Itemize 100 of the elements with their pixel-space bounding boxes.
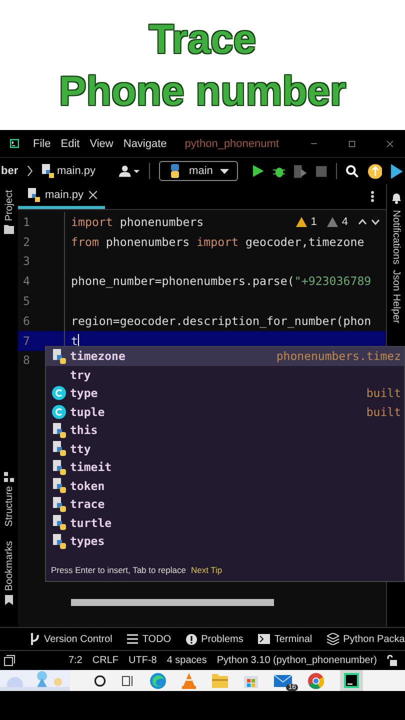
minimize-icon[interactable] [310,142,317,144]
line-number: 4 [18,271,65,292]
maximize-icon[interactable] [348,138,355,148]
video-title: Trace [148,15,256,63]
unlock-icon[interactable] [387,655,397,666]
run-configuration-dropdown[interactable]: main [159,161,238,181]
bell-icon[interactable] [390,192,402,204]
tool-window-button[interactable]: Terminal [258,634,312,644]
completion-item[interactable]: trace [46,495,404,514]
warning-icon[interactable] [296,217,307,227]
update-icon[interactable] [368,164,382,178]
scrollbar[interactable] [71,599,274,606]
code-line: t [71,334,78,348]
completion-item[interactable]: tty [46,440,404,458]
breadcrumb[interactable]: main.py [42,164,96,178]
code-line: import phonenumbers [71,214,204,229]
tool-window-button[interactable]: Version Control [31,633,112,645]
user-icon[interactable] [118,165,140,177]
python-file-icon [52,348,66,364]
more-icon[interactable] [371,191,374,202]
cone-icon[interactable] [182,672,196,688]
completion-item[interactable]: timeit [46,458,404,476]
video-title: Phone number [58,67,346,115]
window-title: python_phonenumt [184,138,279,150]
coverage-icon[interactable] [294,164,308,178]
completion-item[interactable]: timezone phonenumbers.timez [46,347,404,366]
task-view-icon[interactable] [122,674,134,686]
completion-item[interactable]: turtle [46,514,404,532]
breadcrumb[interactable]: ber [1,165,18,177]
menu-item[interactable]: File [33,138,51,150]
tool-window-button[interactable]: Problems [186,634,244,644]
python-file-icon [52,422,66,438]
app-logo-icon[interactable] [344,673,359,688]
caret-icon [220,168,229,174]
python-file-icon [52,534,66,549]
chevron-icon [27,165,33,177]
window-icon[interactable] [4,655,15,666]
python-file-icon [52,478,66,494]
list-icon [127,634,138,644]
class-icon [52,404,66,419]
terminal-icon [258,634,270,644]
python-file-icon [52,515,66,530]
code-line: from phonenumbers import geocoder,timezone [71,234,364,249]
warning-count: 1 [310,216,317,228]
chevron-up-icon[interactable] [358,219,367,225]
json-helper-tool-tab[interactable]: Json Helper [390,270,402,324]
menu-item[interactable]: Navigate [123,138,167,150]
chevron-down-icon[interactable] [371,219,380,225]
code-line: phone_number=phonenumbers.parse("+923036789 [71,274,372,288]
line-number: 1 [18,212,65,232]
completion-hint: Press Enter to insert, Tab to replace [51,565,186,575]
python-file-icon [52,496,66,512]
run-icon[interactable] [252,165,264,177]
browser-icon[interactable] [150,672,166,688]
line-number: 5 [18,291,65,311]
bug-icon[interactable] [272,164,286,178]
python-file-icon [28,188,40,202]
tool-window-button[interactable]: TODO [127,634,172,644]
project-tool-tab[interactable]: Project [4,190,14,222]
status-item[interactable]: Python 3.10 (python_phonenumber) [216,655,377,666]
class-icon [52,386,66,400]
completion-item[interactable]: type built [46,384,404,402]
app-logo-icon [10,136,20,151]
notifications-tool-tab[interactable]: Notifications [390,210,402,264]
store-icon[interactable] [244,673,258,688]
layers-icon [327,633,340,645]
exclamation-icon [186,634,198,644]
menu-item[interactable]: Edit [60,138,80,150]
bookmarks-tool-tab[interactable]: Bookmarks [4,540,14,591]
completion-item[interactable]: this [46,421,404,440]
search-icon[interactable] [346,164,359,178]
weak-warning-icon[interactable] [326,217,338,227]
status-item[interactable]: CRLF [92,655,118,666]
status-item[interactable]: 4 spaces [166,655,207,666]
menu-item[interactable]: View [90,138,114,150]
bookmark-icon[interactable] [5,595,13,605]
tool-window-button[interactable]: Python Packa [327,633,405,645]
branch-icon [31,633,40,645]
python-file-icon [52,441,66,456]
stop-icon[interactable] [316,166,327,176]
structure-tool-tab[interactable]: Structure [4,486,14,527]
plugin-logo-icon[interactable] [391,164,403,178]
code-line: region=geocoder.description_for_number(phon [71,314,372,328]
close-icon[interactable] [386,138,393,148]
folder-icon[interactable] [4,225,14,234]
line-number: 3 [18,252,65,272]
search-icon[interactable] [94,674,106,686]
line-number: 2 [18,232,65,252]
chrome-icon[interactable] [308,672,324,688]
python-file-icon [52,460,66,475]
completion-item[interactable]: types [46,532,404,550]
completion-item[interactable]: tuple built [46,402,404,421]
weak-warning-count: 4 [342,216,348,228]
structure-icon[interactable] [4,472,14,482]
completion-item[interactable]: token [46,476,404,495]
status-item[interactable]: 7:2 [68,655,82,666]
python-file-icon [42,164,54,178]
next-tip-link[interactable]: Next Tip [190,565,222,575]
close-icon[interactable] [88,191,97,199]
status-item[interactable]: UTF-8 [128,655,157,666]
